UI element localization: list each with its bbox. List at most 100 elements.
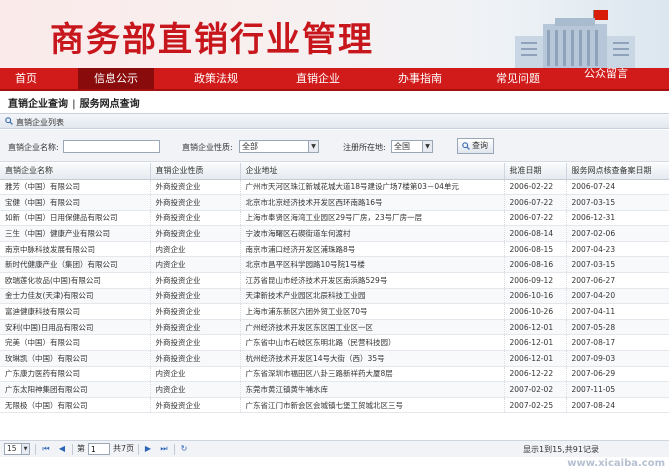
cell-nature: 外商投资企业 (150, 288, 241, 305)
refresh-icon[interactable]: ↻ (179, 444, 189, 454)
cell-name: 欧瑞莲化妆品(中国)有限公司 (0, 272, 151, 289)
cell-approval-date: 2007-02-02 (504, 381, 567, 398)
cell-address: 江苏省昆山市经济技术开发区南浜路529号 (240, 272, 505, 289)
region-select[interactable]: 全国 ▼ (391, 140, 433, 153)
pager-divider (35, 444, 36, 455)
cell-name: 金士力佳友(天津)有限公司 (0, 288, 151, 305)
cell-name: 广东太阳神集团有限公司 (0, 381, 151, 398)
tab-enterprise-query[interactable]: 直销企业查询 (8, 99, 68, 110)
enterprise-name-input[interactable] (63, 140, 160, 153)
search-icon (5, 117, 13, 125)
table-row[interactable]: 三生（中国）健康产业有限公司 外商投资企业 宁波市海曙区石碶街道车何渡村 2006-0… (0, 225, 669, 242)
tab-service-point-query[interactable]: 服务网点查询 (80, 99, 140, 110)
table-row[interactable]: 宝健（中国）有限公司 外商投资企业 北京市北京经济技术开发区西环南路16号 2006-… (0, 194, 669, 211)
panel-title: 直销企业列表 (16, 118, 64, 127)
region-select-value: 全国 (394, 142, 410, 151)
table-row[interactable]: 如新（中国）日用保健品有限公司 外商投资企业 上海市奉贤区海湾工业园区29号厂房，2… (0, 210, 669, 227)
cell-nature: 外商投资企业 (150, 319, 241, 336)
chevron-down-icon: ▼ (422, 141, 432, 152)
cell-filing-date: 2007-04-20 (566, 288, 669, 305)
nature-select[interactable]: 全部 ▼ (239, 140, 319, 153)
cell-approval-date: 2006-12-01 (504, 319, 567, 336)
table-row[interactable]: 广东太阳神集团有限公司 内资企业 东莞市黄江镇黄牛埔水库 2007-02-02 2007… (0, 381, 669, 398)
table-row[interactable]: 新时代健康产业（集团）有限公司 内资企业 北京市昌平区科学园路10号院1号楼 2006… (0, 256, 669, 274)
nav-messages[interactable]: 公众留言 (582, 68, 630, 89)
pager-divider (72, 444, 73, 455)
cell-address: 广东省中山市石岐区东明北路（民营科技园） (240, 334, 505, 352)
cell-nature: 外商投资企业 (150, 179, 241, 196)
panel-header: 直销企业列表 (0, 113, 669, 129)
first-page-icon[interactable]: ⏮ (41, 444, 51, 454)
table-row[interactable]: 安利(中国)日用品有限公司 外商投资企业 广州经济技术开发区东区国工业区一区 2006… (0, 319, 669, 336)
page-number-input[interactable] (88, 443, 110, 455)
cell-address: 上海市浦东新区六团外贸工业区70号 (240, 303, 505, 320)
cell-filing-date: 2006-12-31 (566, 210, 669, 227)
page-size-value: 15 (7, 444, 17, 453)
table-row[interactable]: 金士力佳友(天津)有限公司 外商投资企业 天津新技术产业园区北辰科技工业园 2006-… (0, 288, 669, 305)
cell-filing-date: 2007-11-05 (566, 381, 669, 398)
cell-filing-date: 2007-05-28 (566, 319, 669, 336)
last-page-icon[interactable]: ⏭ (159, 444, 169, 454)
column-header-filing-date[interactable]: 服务网点核查备案日期 (566, 163, 669, 180)
cell-name: 安利(中国)日用品有限公司 (0, 319, 151, 336)
query-button[interactable]: 查询 (457, 138, 494, 154)
nav-home[interactable]: 首页 (0, 68, 52, 89)
cell-address: 宁波市海曙区石碶街道车何渡村 (240, 225, 505, 242)
cell-approval-date: 2006-07-22 (504, 210, 567, 227)
page-prefix: 第 (77, 444, 85, 453)
cell-address: 天津新技术产业园区北辰科技工业园 (240, 288, 505, 305)
table-row[interactable]: 玫琳凯（中国）有限公司 外商投资企业 杭州经济技术开发区14号大街（西）35号 200… (0, 350, 669, 367)
column-header-address[interactable]: 企业地址 (240, 163, 505, 180)
cell-name: 南京中脉科技发展有限公司 (0, 241, 151, 258)
table-row[interactable]: 南京中脉科技发展有限公司 内资企业 南京市浦口经济开发区浦珠路8号 2006-08-1… (0, 241, 669, 258)
nav-guide[interactable]: 办事指南 (384, 68, 456, 89)
cell-nature: 外商投资企业 (150, 194, 241, 211)
cell-approval-date: 2006-12-01 (504, 334, 567, 352)
cell-filing-date: 2007-06-27 (566, 272, 669, 289)
prev-page-icon[interactable]: ◀ (57, 444, 67, 454)
cell-address: 上海市奉贤区海湾工业园区29号厂房，23号厂房一层 (240, 210, 505, 227)
cell-nature: 外商投资企业 (150, 334, 241, 352)
cell-filing-date: 2007-02-06 (566, 225, 669, 242)
nav-faq[interactable]: 常见问题 (482, 68, 554, 89)
cell-name: 宝健（中国）有限公司 (0, 194, 151, 211)
record-info: 显示1到15,共91记录 (523, 445, 599, 454)
chevron-down-icon: ▼ (308, 141, 318, 152)
cell-approval-date: 2006-08-15 (504, 241, 567, 258)
cell-address: 南京市浦口经济开发区浦珠路8号 (240, 241, 505, 258)
column-header-name[interactable]: 直销企业名称 (0, 163, 151, 180)
nav-info-public[interactable]: 信息公示 (78, 68, 154, 89)
nav-enterprises[interactable]: 直销企业 (282, 68, 354, 89)
column-header-nature[interactable]: 直销企业性质 (150, 163, 241, 180)
pager-divider (174, 444, 175, 455)
cell-approval-date: 2006-10-16 (504, 288, 567, 305)
table-row[interactable]: 广东康力医药有限公司 内资企业 广东省深圳市福田区八卦三路新祥药大厦8层 2006-1… (0, 366, 669, 383)
cell-address: 北京市北京经济技术开发区西环南路16号 (240, 194, 505, 211)
pagination-bar: 15 ▼ ⏮ ◀ 第 共7页 ▶ ⏭ ↻ 显示1到15,共91记录 (0, 440, 669, 457)
table-row[interactable]: 雅芳（中国）有限公司 外商投资企业 广州市天河区珠江新城花城大道18号建设广场7楼第… (0, 179, 669, 196)
sub-tabs: 直销企业查询 | 服务网点查询 (8, 95, 140, 110)
table-row[interactable]: 富迪健康科技有限公司 外商投资企业 上海市浦东新区六团外贸工业区70号 2006-10… (0, 303, 669, 320)
cell-approval-date: 2006-08-16 (504, 256, 567, 274)
nav-policy[interactable]: 政策法规 (180, 68, 252, 89)
cell-nature: 外商投资企业 (150, 210, 241, 227)
pager-divider (138, 444, 139, 455)
region-label: 注册所在地: (343, 143, 386, 152)
cell-nature: 外商投资企业 (150, 303, 241, 320)
next-page-icon[interactable]: ▶ (143, 444, 153, 454)
cell-name: 富迪健康科技有限公司 (0, 303, 151, 320)
table-row[interactable]: 欧瑞莲化妆品(中国)有限公司 外商投资企业 江苏省昆山市经济技术开发区南浜路529号… (0, 272, 669, 289)
cell-name: 雅芳（中国）有限公司 (0, 179, 151, 196)
cell-address: 广州市天河区珠江新城花城大道18号建设广场7楼第03－04单元 (240, 179, 505, 196)
cell-address: 广东省江门市新会区会城镇七堡工贸城北区三号 (240, 397, 505, 414)
cell-address: 东莞市黄江镇黄牛埔水库 (240, 381, 505, 398)
ministry-building-icon (515, 18, 635, 68)
site-banner: 商务部直销行业管理 (0, 0, 669, 68)
table-row[interactable]: 无限极（中国）有限公司 外商投资企业 广东省江门市新会区会城镇七堡工贸城北区三号 20… (0, 397, 669, 414)
page-size-select[interactable]: 15 ▼ (4, 443, 30, 455)
search-form: 直销企业名称: 直销企业性质: 全部 ▼ 注册所在地: 全国 ▼ 查询 (0, 130, 669, 162)
table-row[interactable]: 完美（中国）有限公司 外商投资企业 广东省中山市石岐区东明北路（民营科技园） 2006… (0, 334, 669, 352)
cell-filing-date: 2007-04-11 (566, 303, 669, 320)
cell-approval-date: 2006-08-14 (504, 225, 567, 242)
column-header-approval-date[interactable]: 批准日期 (504, 163, 567, 180)
